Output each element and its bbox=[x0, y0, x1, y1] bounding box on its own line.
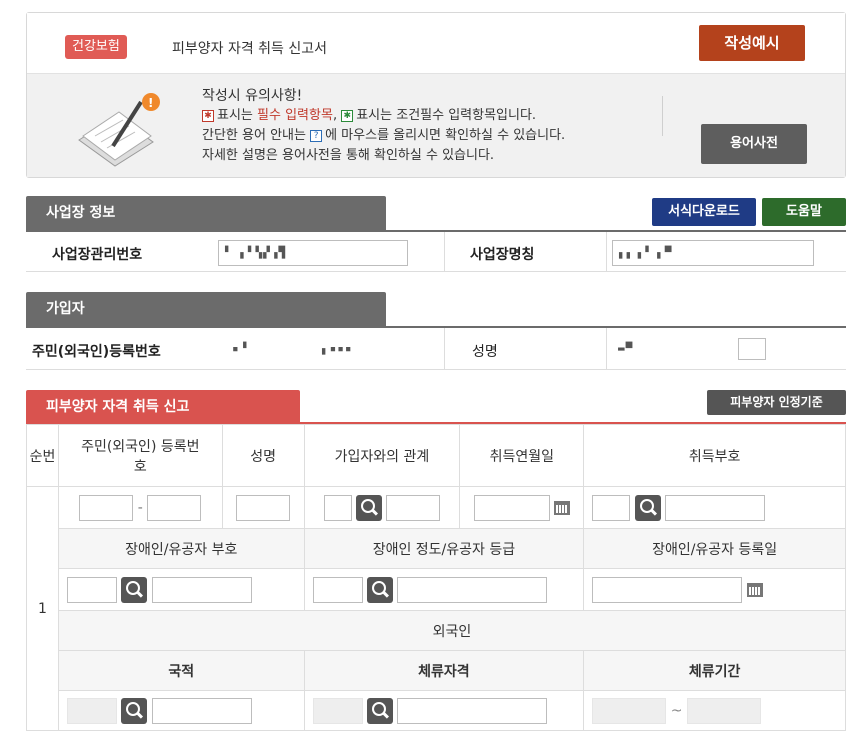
conditional-mark-icon: ✱ bbox=[341, 109, 354, 122]
notepad-icon: ! bbox=[78, 93, 160, 167]
acq-code-search-icon[interactable] bbox=[634, 494, 661, 521]
mgmt-no-label: 사업장관리번호 bbox=[52, 247, 143, 263]
acq-code-input[interactable] bbox=[592, 494, 631, 521]
example-button[interactable]: 작성예시 bbox=[699, 25, 805, 61]
notes-area: ! 작성시 유의사항! ✱ 표시는 필수 입력항목, ✱ 표시는 조건필수 입력항목… bbox=[27, 73, 845, 177]
nationality-search-icon[interactable] bbox=[121, 697, 148, 724]
disability-code-name-input[interactable] bbox=[151, 576, 252, 603]
tab-dependent-acquisition: 피부양자 자격 취득 신고 bbox=[26, 390, 300, 424]
note-line-1: ✱ 표시는 필수 입력항목, ✱ 표시는 조건필수 입력항목입니다. bbox=[202, 106, 565, 126]
disability-reg-date-label: 장애인/유공자 등록일 bbox=[583, 528, 846, 569]
note-line-2: 간단한 용어 안내는 ? 에 마우스를 올리시면 확인하실 수 있습니다. bbox=[202, 128, 566, 143]
form-title: 피부양자 자격 취득 신고서 bbox=[172, 41, 328, 57]
relation-code-input[interactable] bbox=[323, 494, 352, 521]
relation-name-input[interactable] bbox=[386, 494, 441, 521]
dependent-name-input[interactable] bbox=[236, 494, 291, 521]
subscriber-name-value: ▬▀ bbox=[618, 342, 634, 355]
foreigner-label: 외국인 bbox=[57, 610, 847, 651]
tab-workplace-info: 사업장 정보 bbox=[26, 196, 386, 230]
rrn-label: 주민(외국인)등록번호 bbox=[32, 344, 161, 360]
row-number: 1 bbox=[26, 486, 59, 731]
disability-code-input[interactable] bbox=[66, 576, 117, 603]
workplace-name-field[interactable]: ▖▖▗▝ ▖▀ bbox=[612, 240, 814, 266]
mgmt-no-field[interactable]: ▘ ▖▘▚▞▗▜ bbox=[218, 240, 408, 266]
acq-code-name-input[interactable] bbox=[665, 494, 766, 521]
disability-grade-input[interactable] bbox=[312, 576, 363, 603]
table-row: 장애인/유공자 부호 장애인 정도/유공자 등급 장애인/유공자 등록일 bbox=[27, 528, 846, 569]
nationality-label: 국적 bbox=[57, 650, 305, 691]
table-row: 1 - bbox=[26, 486, 846, 731]
svg-text:!: ! bbox=[148, 96, 153, 110]
notes-text: 작성시 유의사항! ✱ 표시는 필수 입력항목, ✱ 표시는 조건필수 입력항목입니… bbox=[202, 86, 565, 166]
required-label: 필수 입력항목 bbox=[257, 108, 333, 123]
form-header-panel: 건강보험 피부양자 자격 취득 신고서 작성예시 ! 작성시 유의사항! ✱ 표시… bbox=[26, 12, 846, 178]
stay-status-search-icon[interactable] bbox=[367, 697, 394, 724]
table-row: 국적 체류자격 체류기간 bbox=[27, 650, 846, 691]
rrn-back-input[interactable] bbox=[147, 494, 202, 521]
disability-grade-search-icon[interactable] bbox=[367, 576, 394, 603]
disability-code-search-icon[interactable] bbox=[121, 576, 148, 603]
form-download-button[interactable]: 서식다운로드 bbox=[652, 198, 756, 226]
col-no: 순번 bbox=[26, 424, 59, 487]
dependent-table: 순번 주민(외국인) 등록번호 성명 가입자와의 관계 취득연월일 취득부호 1… bbox=[26, 424, 847, 731]
disability-grade-label: 장애인 정도/유공자 등급 bbox=[303, 528, 585, 569]
stay-period-label: 체류기간 bbox=[583, 650, 846, 691]
stay-status-name-input[interactable] bbox=[397, 697, 548, 724]
subscriber-name-label: 성명 bbox=[472, 344, 498, 360]
disability-reg-date-calendar-icon[interactable] bbox=[746, 582, 763, 597]
relation-search-icon[interactable] bbox=[355, 494, 382, 521]
acq-date-calendar-icon[interactable] bbox=[554, 500, 571, 515]
note-line-3: 자세한 설명은 용어사전을 통해 확인하실 수 있습니다. bbox=[202, 148, 495, 163]
table-header-row: 순번 주민(외국인) 등록번호 성명 가입자와의 관계 취득연월일 취득부호 bbox=[26, 424, 846, 487]
rrn-front-input[interactable] bbox=[79, 494, 134, 521]
stay-period-end-input[interactable] bbox=[686, 697, 761, 724]
dependent-criteria-button[interactable]: 피부양자 인정기준 bbox=[707, 390, 846, 415]
nationality-code-input[interactable] bbox=[66, 697, 117, 724]
notes-divider bbox=[662, 96, 663, 136]
rrn-value-a: ▪▝ bbox=[232, 342, 248, 355]
stay-status-code-input[interactable] bbox=[312, 697, 363, 724]
subscriber-row: 주민(외국인)등록번호 ▪▝ ▖▪▪▪ 성명 ▬▀ bbox=[26, 328, 846, 370]
col-name: 성명 bbox=[221, 424, 305, 487]
table-row bbox=[27, 568, 846, 611]
nationality-name-input[interactable] bbox=[151, 697, 252, 724]
disability-reg-date-input[interactable] bbox=[592, 576, 743, 603]
dictionary-button[interactable]: 용어사전 bbox=[701, 124, 807, 164]
workplace-row: 사업장관리번호 ▘ ▖▘▚▞▗▜ 사업장명칭 ▖▖▗▝ ▖▀ bbox=[26, 232, 846, 272]
form-header-top: 건강보험 피부양자 자격 취득 신고서 작성예시 bbox=[27, 13, 845, 73]
subscriber-name-field[interactable] bbox=[738, 338, 766, 360]
col-acq-code: 취득부호 bbox=[583, 424, 846, 487]
help-question-icon: ? bbox=[310, 129, 323, 142]
col-acq-date: 취득연월일 bbox=[459, 424, 585, 487]
col-relation: 가입자와의 관계 bbox=[303, 424, 461, 487]
stay-status-label: 체류자격 bbox=[303, 650, 585, 691]
help-button[interactable]: 도움말 bbox=[762, 198, 846, 226]
disability-grade-name-input[interactable] bbox=[397, 576, 548, 603]
insurance-badge: 건강보험 bbox=[65, 35, 127, 59]
notes-title: 작성시 유의사항! bbox=[202, 88, 303, 104]
workplace-name-label: 사업장명칭 bbox=[470, 247, 535, 263]
disability-code-label: 장애인/유공자 부호 bbox=[57, 528, 305, 569]
table-row: 외국인 bbox=[27, 610, 847, 651]
rrn-value-b: ▖▪▪▪ bbox=[322, 342, 353, 355]
tab-subscriber: 가입자 bbox=[26, 292, 386, 326]
required-mark-icon: ✱ bbox=[202, 109, 214, 122]
stay-period-start-input[interactable] bbox=[592, 697, 667, 724]
acq-date-input[interactable] bbox=[473, 494, 550, 521]
col-rrn: 주민(외국인) 등록번호 bbox=[57, 424, 223, 487]
